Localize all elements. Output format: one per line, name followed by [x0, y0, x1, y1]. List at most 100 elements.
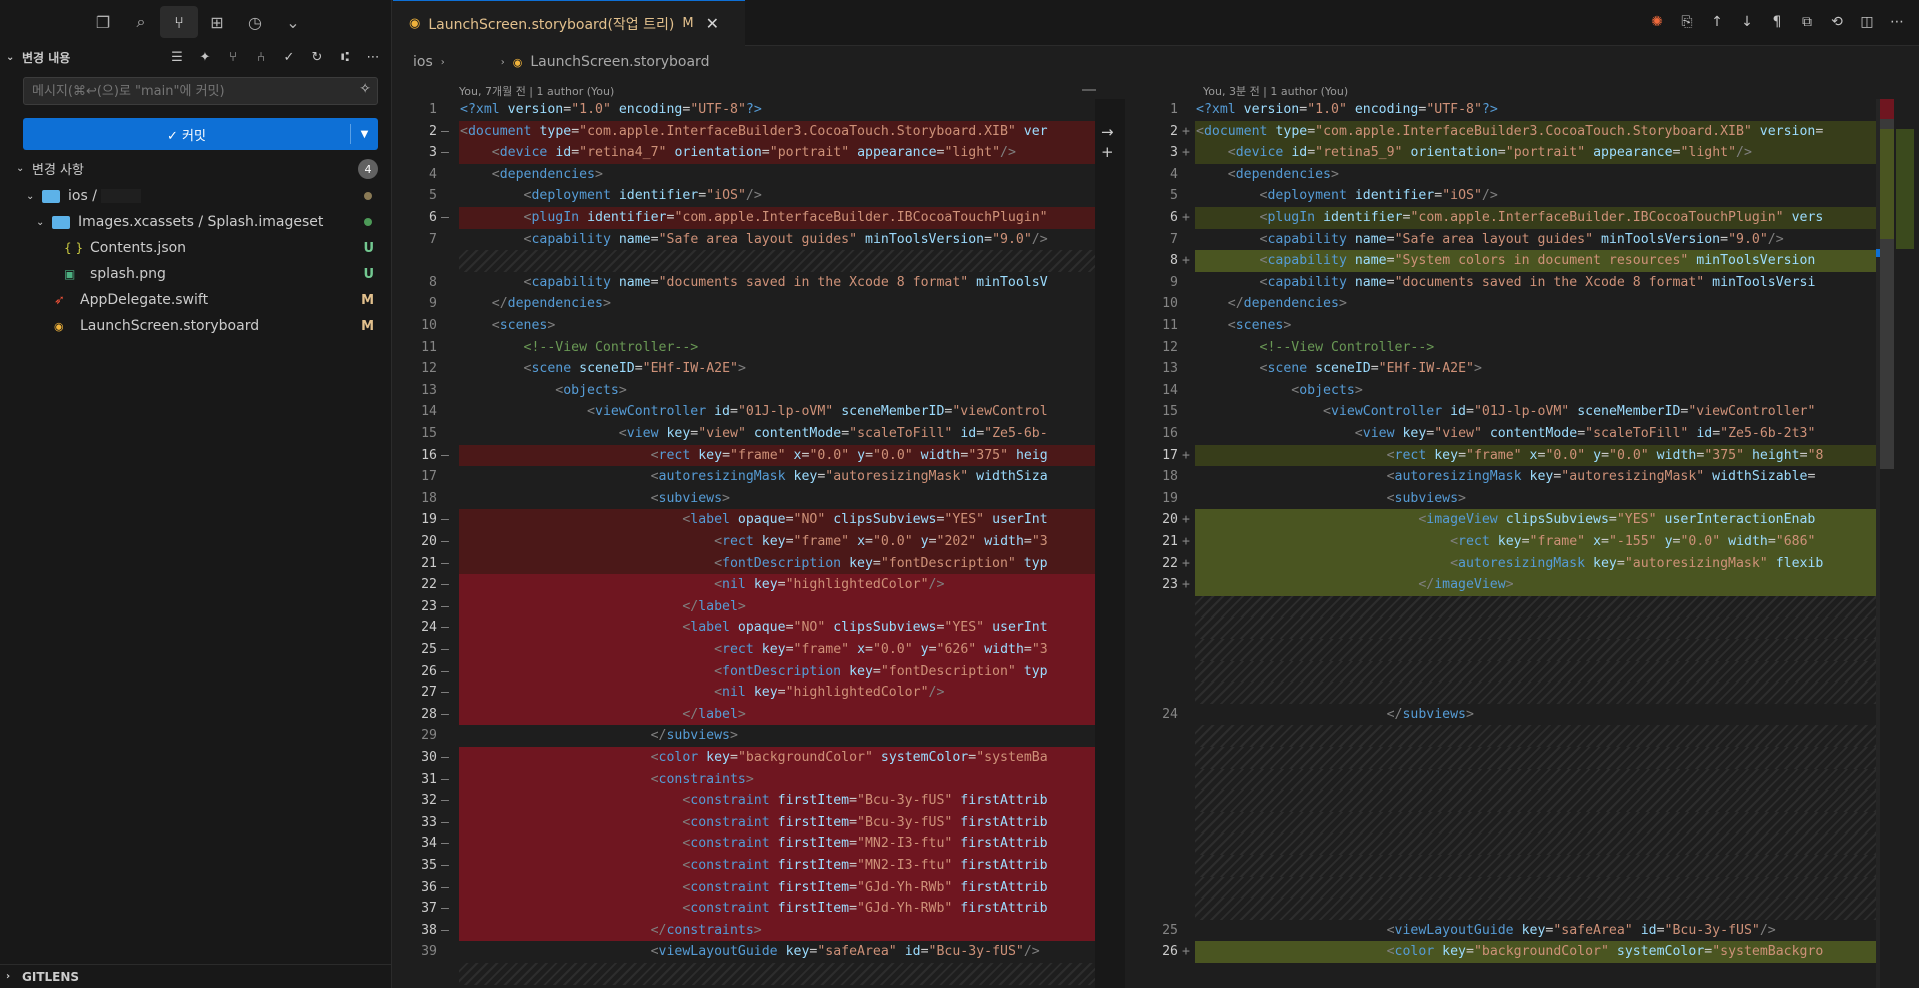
code-line[interactable]: 14 <objects> — [1134, 380, 1876, 402]
refresh-icon[interactable]: ↻ — [306, 50, 328, 65]
code-line[interactable]: 37— <constraint firstItem="GJd-Yh-RWb" f… — [393, 898, 1095, 920]
tree-item-splash-folder[interactable]: ⌄ Images.xcassets / Splash.imageset — [0, 209, 392, 235]
code-line[interactable]: 25 <viewLayoutGuide key="safeArea" id="B… — [1134, 920, 1876, 942]
arrow-down-icon[interactable]: ↓ — [1735, 10, 1759, 34]
remote-icon[interactable]: ◷ — [236, 6, 274, 38]
breadcrumb-item[interactable]: ios — [413, 54, 433, 70]
code-line[interactable]: 18 <autoresizingMask key="autoresizingMa… — [1134, 466, 1876, 488]
code-line[interactable]: 11 <!--View Controller--> — [393, 337, 1095, 359]
code-line[interactable]: 7 <capability name="Safe area layout gui… — [393, 229, 1095, 251]
commit-button-label[interactable]: ✓ 커밋 — [23, 125, 350, 144]
commit-check-icon[interactable]: ✓ — [278, 50, 300, 65]
stage-plus-icon[interactable]: + — [1101, 143, 1114, 161]
tab-launchscreen[interactable]: ◉ LaunchScreen.storyboard(작업 트리) M ✕ — [393, 0, 745, 46]
tree-item-splash-png[interactable]: ▣ splash.png U — [0, 261, 392, 287]
code-line[interactable]: 16— <rect key="frame" x="0.0" y="0.0" wi… — [393, 444, 1095, 467]
tree-item-ios-folder[interactable]: ⌄ ios / — [0, 183, 392, 209]
search-icon[interactable]: ⌕ — [122, 6, 160, 38]
open-file-icon[interactable]: ⎘ — [1675, 10, 1699, 34]
tree-item-launchscreen[interactable]: ◉ LaunchScreen.storyboard M — [0, 313, 392, 339]
code-line[interactable]: 27— <nil key="highlightedColor"/> — [393, 682, 1095, 704]
branch-icon[interactable]: ⑂ — [222, 50, 244, 65]
code-line[interactable]: 19— <label opaque="NO" clipsSubviews="YE… — [393, 509, 1095, 531]
close-icon[interactable]: ✕ — [706, 14, 719, 33]
code-line[interactable]: 4 <dependencies> — [393, 164, 1095, 186]
code-line[interactable]: 33— <constraint firstItem="Bcu-3y-fUS" f… — [393, 811, 1095, 834]
code-line[interactable]: 24 </subviews> — [1134, 704, 1876, 726]
code-line[interactable]: 2 + <document type="com.apple.InterfaceBui… — [1134, 120, 1876, 143]
merge-icon[interactable]: ⑃ — [250, 50, 272, 65]
code-line[interactable]: 18 <subviews> — [393, 488, 1095, 510]
code-line[interactable]: 22 + <autoresizingMask key="autoresizingM… — [1134, 552, 1876, 575]
code-line[interactable]: 6 + <plugIn identifier="com.apple.Interfa… — [1134, 207, 1876, 229]
code-line[interactable]: 15 <view key="view" contentMode="scaleTo… — [393, 423, 1095, 445]
code-line[interactable]: 31— <constraints> — [393, 768, 1095, 791]
code-line[interactable]: 2— <document type="com.apple.InterfaceBui… — [393, 120, 1095, 143]
code-line[interactable]: 22— <nil key="highlightedColor"/> — [393, 574, 1095, 596]
arrow-up-icon[interactable]: ↑ — [1705, 10, 1729, 34]
inline-view-icon[interactable]: ⧉ — [1795, 10, 1819, 34]
more-icon[interactable]: ⋯ — [1885, 10, 1909, 34]
modified-pane[interactable]: 1 <?xml version="1.0" encoding="UTF-8"?> 2… — [1134, 99, 1876, 988]
code-line[interactable]: 35 — <constraint firstItem="MN2-I3-ftu" f… — [393, 855, 1095, 877]
code-line[interactable]: 10 <scenes> — [393, 315, 1095, 337]
code-line[interactable]: 10 </dependencies> — [1134, 293, 1876, 315]
code-line[interactable]: 8 <capability name="documents saved in t… — [393, 272, 1095, 294]
chevron-down-icon[interactable]: ⌄ — [274, 6, 312, 38]
code-line[interactable]: 30 — <color key="backgroundColor" systemC… — [393, 747, 1095, 769]
code-line[interactable]: 26— <fontDescription key="fontDescriptio… — [393, 660, 1095, 683]
code-line[interactable]: 9 </dependencies> — [393, 293, 1095, 315]
scm-section-header[interactable]: ⌄ 변경 내용 ☰ ✦ ⑂ ⑃ ✓ ↻ ⑆ ⋯ — [0, 44, 392, 70]
code-line[interactable]: 12 <scene sceneID="EHf-IW-A2E"> — [393, 358, 1095, 380]
revert-arrow-icon[interactable]: → — [1101, 123, 1114, 141]
code-line[interactable]: 21— <fontDescription key="fontDescriptio… — [393, 552, 1095, 575]
graph-icon[interactable]: ⑆ — [334, 50, 356, 65]
code-line[interactable]: 14 <viewController id="01J-lp-oVM" scene… — [393, 401, 1095, 423]
copilot-icon[interactable]: ✺ — [1645, 10, 1669, 34]
code-line[interactable]: 5 <deployment identifier="iOS"/> — [1134, 185, 1876, 207]
code-line[interactable]: 23— </label> — [393, 595, 1095, 618]
code-line[interactable]: 36— <constraint firstItem="GJd-Yh-RWb" f… — [393, 876, 1095, 899]
more-icon[interactable]: ⋯ — [362, 50, 384, 65]
code-line[interactable]: 38— </constraints> — [393, 919, 1095, 942]
code-line[interactable]: 32— <constraint firstItem="Bcu-3y-fUS" f… — [393, 790, 1095, 812]
code-line[interactable]: 19 <subviews> — [1134, 488, 1876, 510]
code-line[interactable]: 5 <deployment identifier="iOS"/> — [393, 185, 1095, 207]
code-line[interactable]: 13 <scene sceneID="EHf-IW-A2E"> — [1134, 358, 1876, 380]
code-line[interactable]: 20 + <imageView clipsSubviews="YES" userI… — [1134, 509, 1876, 531]
source-control-icon[interactable]: ⑂ — [160, 6, 198, 38]
sparkle-icon[interactable]: ✧ — [359, 81, 371, 97]
commit-button[interactable]: ✓ 커밋 ▼ — [23, 118, 378, 150]
commit-message-input[interactable] — [23, 77, 378, 105]
extensions-icon[interactable]: ⊞ — [198, 6, 236, 38]
code-line[interactable]: 16 <view key="view" contentMode="scaleTo… — [1134, 423, 1876, 445]
sparkle-icon[interactable]: ✦ — [194, 50, 216, 65]
tree-view-icon[interactable]: ☰ — [166, 50, 188, 65]
code-line[interactable]: 21 + <rect key="frame" x="-155" y="0.0" w… — [1134, 531, 1876, 553]
code-line[interactable]: 34— <constraint firstItem="MN2-I3-ftu" f… — [393, 833, 1095, 855]
gitlens-section-header[interactable]: › GITLENS — [0, 964, 392, 988]
code-line[interactable]: 8 + <capability name="System colors in do… — [1134, 250, 1876, 272]
code-line[interactable]: 3— <device id="retina4_7" orientation="p… — [393, 142, 1095, 164]
changes-section-header[interactable]: ⌄ 변경 사항 4 — [0, 156, 392, 180]
code-line[interactable]: 26 + <color key="backgroundColor" systemC… — [1134, 941, 1876, 963]
code-line[interactable]: 17 + <rect key="frame" x="0.0" y="0.0" wi… — [1134, 444, 1876, 467]
code-line[interactable]: 6 — <plugIn identifier="com.apple.Interfa… — [393, 207, 1095, 229]
code-line[interactable]: 1 <?xml version="1.0" encoding="UTF-8"?> — [1134, 99, 1876, 121]
code-line[interactable]: 13 <objects> — [393, 380, 1095, 402]
breadcrumb-item[interactable]: LaunchScreen.storyboard — [530, 54, 709, 70]
minimap[interactable] — [1876, 99, 1919, 988]
code-line[interactable]: 15 <viewController id="01J-lp-oVM" scene… — [1134, 401, 1876, 423]
files-icon[interactable]: ❐ — [84, 6, 122, 38]
tree-item-contents-json[interactable]: { } Contents.json U — [0, 235, 392, 261]
code-line[interactable]: 28— </label> — [393, 703, 1095, 726]
code-line[interactable]: 17 <autoresizingMask key="autoresizingMa… — [393, 466, 1095, 488]
right-blame-info[interactable]: You, 3분 전 | 1 author (You) — [1203, 83, 1348, 99]
split-editor-icon[interactable]: ◫ — [1855, 10, 1879, 34]
code-line[interactable]: 39 <viewLayoutGuide key="safeArea" id="B… — [393, 941, 1095, 963]
code-line[interactable]: 23 + </imageView> — [1134, 574, 1876, 596]
code-line[interactable]: 20 — <rect key="frame" x="0.0" y="202" wi… — [393, 531, 1095, 553]
left-blame-info[interactable]: You, 7개월 전 | 1 author (You) — [459, 83, 614, 99]
code-line[interactable]: 7 <capability name="Safe area layout gui… — [1134, 229, 1876, 251]
pilcrow-icon[interactable]: ¶ — [1765, 10, 1789, 34]
